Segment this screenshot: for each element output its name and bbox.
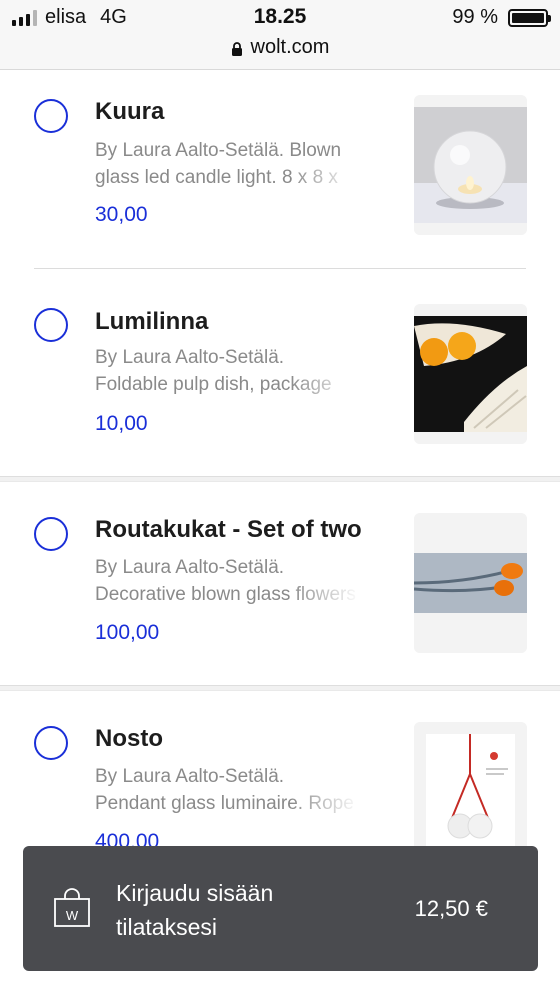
product-item-kuura[interactable]: Kuura By Laura Aalto-Setälä. Blown glass… bbox=[0, 71, 560, 269]
status-right: 99 % bbox=[452, 6, 551, 29]
cart-total: 12,50 € bbox=[414, 896, 488, 921]
login-to-order-bar[interactable]: W Kirjaudu sisään tilataksesi 12,50 € bbox=[23, 846, 538, 971]
product-description: By Laura Aalto-Setälä. Blown glass led c… bbox=[95, 137, 360, 191]
battery-icon bbox=[508, 8, 551, 27]
product-title: Nosto bbox=[95, 725, 163, 752]
glass-flowers-image bbox=[414, 513, 527, 653]
product-price: 100,00 bbox=[95, 621, 160, 644]
product-price: 10,00 bbox=[95, 412, 148, 435]
product-image[interactable] bbox=[414, 722, 527, 862]
product-description: By Laura Aalto-Setälä. Pendant glass lum… bbox=[95, 763, 360, 817]
glass-candle-image bbox=[414, 95, 527, 235]
product-price: 30,00 bbox=[95, 203, 148, 226]
battery-percent: 99 % bbox=[452, 6, 498, 28]
pendant-luminaire-image bbox=[414, 722, 527, 862]
product-image[interactable] bbox=[414, 304, 527, 444]
product-description: By Laura Aalto-Setälä. Decorative blown … bbox=[95, 554, 360, 608]
pulp-dish-image bbox=[414, 304, 527, 444]
url-bar[interactable]: wolt.com bbox=[0, 36, 560, 59]
product-image[interactable] bbox=[414, 95, 527, 235]
product-title: Lumilinna bbox=[95, 308, 209, 335]
product-image[interactable] bbox=[414, 513, 527, 653]
select-radio[interactable] bbox=[34, 517, 68, 551]
product-title: Kuura bbox=[95, 98, 165, 125]
select-radio[interactable] bbox=[34, 726, 68, 760]
section-separator bbox=[0, 476, 560, 482]
url-text: wolt.com bbox=[250, 36, 330, 58]
item-divider bbox=[34, 268, 526, 269]
product-item-lumilinna[interactable]: Lumilinna By Laura Aalto-Setälä. Foldabl… bbox=[0, 270, 560, 477]
section-separator bbox=[0, 685, 560, 691]
lock-icon bbox=[231, 41, 242, 56]
select-radio[interactable] bbox=[34, 99, 68, 133]
login-to-order-label: Kirjaudu sisään tilataksesi bbox=[116, 880, 274, 940]
shopping-bag-icon: W bbox=[54, 888, 90, 927]
select-radio[interactable] bbox=[34, 308, 68, 342]
product-item-routakukat[interactable]: Routakukat - Set of two By Laura Aalto-S… bbox=[0, 483, 560, 686]
product-title: Routakukat - Set of two bbox=[95, 516, 362, 543]
status-bar: elisa 4G 18.25 99 % wolt.com bbox=[0, 0, 560, 70]
svg-text:W: W bbox=[66, 908, 79, 923]
product-description: By Laura Aalto-Setälä. Foldable pulp dis… bbox=[95, 344, 360, 398]
